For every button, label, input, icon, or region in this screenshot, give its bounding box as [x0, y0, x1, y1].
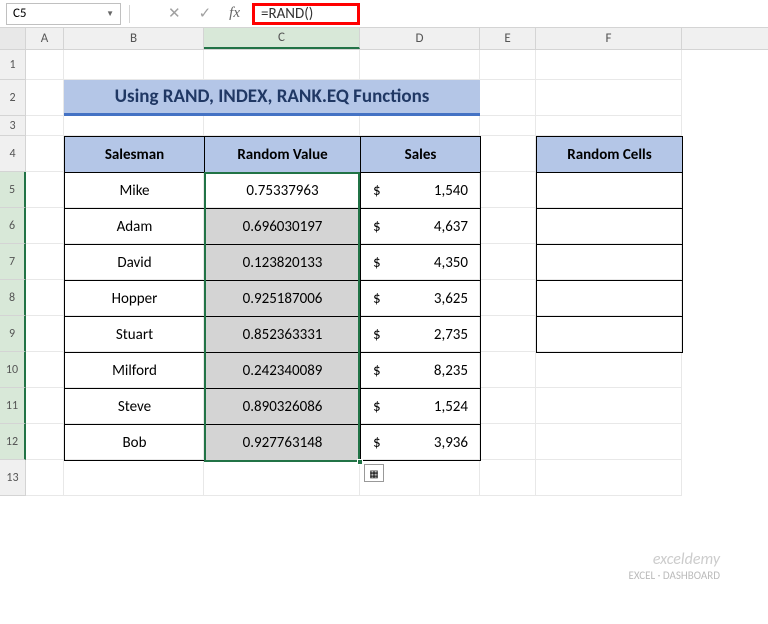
divider	[129, 5, 130, 23]
rows-area: 1 2 3 4 5 6 7 8 9 10 11 12 13 Using RAND…	[0, 50, 768, 496]
col-header-A[interactable]: A	[26, 28, 64, 49]
cell-sales[interactable]: $4,637	[361, 209, 481, 245]
cell-salesman[interactable]: Milford	[65, 353, 205, 389]
chevron-down-icon[interactable]: ▼	[106, 9, 114, 19]
table-row: Mike0.75337963$1,540	[65, 173, 481, 209]
table-row: Stuart0.852363331$2,735	[65, 317, 481, 353]
cell-salesman[interactable]: Stuart	[65, 317, 205, 353]
random-cells-table: Random Cells	[536, 136, 683, 353]
table-row	[537, 281, 683, 317]
cell-rv[interactable]: 0.890326086	[205, 389, 361, 425]
empty-cell[interactable]	[537, 173, 683, 209]
cell-rv[interactable]: 0.696030197	[205, 209, 361, 245]
row-header-1[interactable]: 1	[0, 50, 26, 80]
watermark-line2: EXCEL · DASHBOARD	[628, 569, 720, 582]
table-header-row: Salesman Random Value Sales	[65, 137, 481, 173]
table-row	[537, 317, 683, 353]
row-header-4[interactable]: 4	[0, 136, 26, 172]
cell-salesman[interactable]: David	[65, 245, 205, 281]
cell-sales[interactable]: $3,936	[361, 425, 481, 461]
table-row: Hopper0.925187006$3,625	[65, 281, 481, 317]
table-row	[537, 209, 683, 245]
row-header-7[interactable]: 7	[0, 244, 26, 280]
select-all-corner[interactable]	[0, 28, 26, 49]
empty-cell[interactable]	[537, 245, 683, 281]
row-header-10[interactable]: 10	[0, 352, 26, 388]
empty-cell[interactable]	[537, 209, 683, 245]
empty-cell[interactable]	[537, 281, 683, 317]
cell-sales[interactable]: $1,524	[361, 389, 481, 425]
row-header-9[interactable]: 9	[0, 316, 26, 352]
cell-rv[interactable]: 0.852363331	[205, 317, 361, 353]
fill-handle[interactable]	[357, 459, 363, 465]
name-box-value: C5	[13, 6, 27, 21]
formula-bar: C5 ▼ ✕ ✓ fx =RAND()	[0, 0, 768, 28]
cell-rv[interactable]: 0.242340089	[205, 353, 361, 389]
cell-salesman[interactable]: Steve	[65, 389, 205, 425]
table-row	[537, 245, 683, 281]
col-header-F[interactable]: F	[536, 28, 682, 49]
table-row: David0.123820133$4,350	[65, 245, 481, 281]
table-row: Adam0.696030197$4,637	[65, 209, 481, 245]
cancel-icon[interactable]: ✕	[168, 4, 181, 23]
title-cell[interactable]: Using RAND, INDEX, RANK.EQ Functions	[64, 80, 480, 116]
col-header-B[interactable]: B	[64, 28, 204, 49]
row-header-11[interactable]: 11	[0, 388, 26, 424]
cell-rv[interactable]: 0.927763148	[205, 425, 361, 461]
table-row: Steve0.890326086$1,524	[65, 389, 481, 425]
cell-salesman[interactable]: Adam	[65, 209, 205, 245]
main-table: Salesman Random Value Sales Mike0.753379…	[64, 136, 481, 461]
cell-sales[interactable]: $3,625	[361, 281, 481, 317]
cell-sales[interactable]: $2,735	[361, 317, 481, 353]
cell-salesman[interactable]: Bob	[65, 425, 205, 461]
watermark-line1: exceldemy	[628, 550, 720, 569]
cell-rv[interactable]: 0.75337963	[205, 173, 361, 209]
col-header-D[interactable]: D	[360, 28, 480, 49]
header-random-value[interactable]: Random Value	[205, 137, 361, 173]
col-header-C[interactable]: C	[204, 28, 360, 49]
empty-cell[interactable]	[537, 317, 683, 353]
header-salesman[interactable]: Salesman	[65, 137, 205, 173]
name-box[interactable]: C5 ▼	[6, 3, 121, 25]
cell-salesman[interactable]: Hopper	[65, 281, 205, 317]
cell-sales[interactable]: $8,235	[361, 353, 481, 389]
formula-text: =RAND()	[261, 5, 313, 23]
row-header-12[interactable]: 12	[0, 424, 26, 460]
fx-icon[interactable]: fx	[229, 5, 240, 22]
cell-rv[interactable]: 0.123820133	[205, 245, 361, 281]
accept-icon[interactable]: ✓	[199, 4, 212, 23]
row-header-3[interactable]: 3	[0, 116, 26, 136]
table-row: Milford0.242340089$8,235	[65, 353, 481, 389]
row-header-8[interactable]: 8	[0, 280, 26, 316]
spreadsheet-grid: A B C D E F 1 2 3 4 5 6 7 8 9 10 11 12 1…	[0, 28, 768, 496]
column-headers: A B C D E F	[0, 28, 768, 50]
cell-salesman[interactable]: Mike	[65, 173, 205, 209]
formula-bar-icons: ✕ ✓ fx	[168, 4, 240, 23]
header-random-cells[interactable]: Random Cells	[537, 137, 683, 173]
table-row	[537, 173, 683, 209]
watermark: exceldemy EXCEL · DASHBOARD	[628, 550, 720, 582]
row-header-2[interactable]: 2	[0, 80, 26, 116]
row-header-5[interactable]: 5	[0, 172, 26, 208]
cell-rv[interactable]: 0.925187006	[205, 281, 361, 317]
col-header-E[interactable]: E	[480, 28, 536, 49]
row-header-6[interactable]: 6	[0, 208, 26, 244]
row-header-13[interactable]: 13	[0, 460, 26, 496]
autofill-options-button[interactable]: ▦	[364, 464, 384, 482]
cell-sales[interactable]: $1,540	[361, 173, 481, 209]
table-row: Bob0.927763148$3,936	[65, 425, 481, 461]
formula-input[interactable]: =RAND()	[252, 3, 360, 25]
header-sales[interactable]: Sales	[361, 137, 481, 173]
cell-sales[interactable]: $4,350	[361, 245, 481, 281]
